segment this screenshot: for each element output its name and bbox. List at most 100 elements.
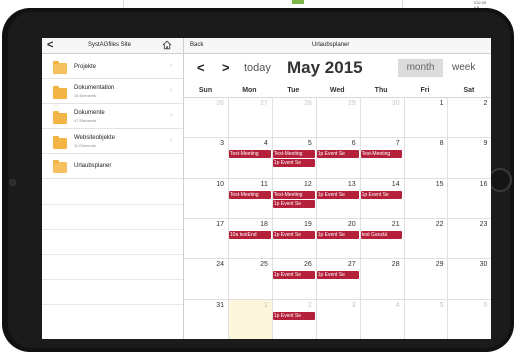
calendar-event[interactable]: Test-Meeting: [360, 150, 403, 159]
day-number: 16: [479, 180, 488, 188]
day-number: 6: [483, 301, 488, 309]
calendar-event[interactable]: Test-Meeting: [228, 150, 271, 159]
day-number: 11: [260, 180, 268, 188]
day-number: 1: [263, 301, 268, 309]
calendar-event[interactable]: 1p Event Se: [316, 271, 359, 280]
sidebar-item-label: Urlaubsplaner: [74, 163, 112, 169]
day-number: 20: [347, 220, 356, 228]
weekday-header: Wed: [329, 87, 345, 94]
sidebar-item-label: Websiteobjekte: [74, 135, 115, 141]
day-number: 24: [216, 261, 224, 269]
chevron-right-icon: ›: [170, 137, 173, 144]
day-number: 30: [391, 100, 400, 107]
day-number: 5: [307, 140, 312, 148]
day-number: 4: [263, 140, 268, 148]
day-number: 19: [304, 220, 312, 228]
list-separator: [42, 204, 183, 205]
day-number: 27: [347, 261, 356, 269]
prev-month-button[interactable]: <: [197, 60, 205, 75]
site-title: SystAGfiles Site: [88, 42, 132, 48]
today-button[interactable]: today: [244, 62, 271, 74]
calendar-event[interactable]: 10a testEnd: [228, 230, 271, 239]
calendar-event[interactable]: test Ganztä: [360, 230, 403, 239]
calendar-event[interactable]: 1p Event Se: [360, 190, 403, 199]
top-bar: < SystAGfiles Site Back Urlaubsplaner: [42, 38, 491, 54]
calendar-event[interactable]: Test-Meeting: [228, 190, 271, 199]
sidebar: Projekte › Dokumentation 16 Elements › D…: [42, 54, 183, 339]
sidebar-item-label: Dokumente: [74, 110, 105, 116]
next-month-button[interactable]: >: [222, 60, 230, 75]
calendar-event[interactable]: 1p Event Se: [272, 230, 315, 239]
calendar-event[interactable]: 1p Event Se: [316, 150, 359, 159]
calendar-event[interactable]: Test-Meeting: [272, 190, 315, 199]
calendar-event[interactable]: 1p Event Se: [272, 271, 315, 280]
calendar-event[interactable]: 1p Event Se: [272, 199, 315, 208]
home-button[interactable]: [488, 168, 512, 192]
sidebar-item-urlaubsplaner[interactable]: Urlaubsplaner: [42, 154, 183, 179]
folder-icon: [53, 111, 67, 124]
back-button[interactable]: Back: [190, 42, 203, 48]
day-number: 26: [216, 100, 224, 107]
day-number: 1: [439, 100, 444, 107]
calendar-event[interactable]: Test-Meeting: [272, 150, 315, 159]
calendar-event[interactable]: 1p Event Se: [316, 230, 359, 239]
calendar-event[interactable]: 1p Event Se: [272, 159, 315, 168]
folder-icon: [53, 160, 67, 173]
sidebar-item-label: Dokumentation: [74, 85, 115, 91]
list-separator: [42, 304, 183, 305]
day-number: 29: [435, 261, 444, 269]
list-separator: [42, 279, 183, 280]
weekday-header: Sat: [463, 87, 475, 94]
day-number: 22: [435, 220, 444, 228]
back-chevron-icon[interactable]: <: [47, 39, 53, 51]
view-month-button[interactable]: month: [398, 59, 443, 77]
day-number: 21: [391, 220, 400, 228]
day-number: 23: [479, 220, 488, 228]
chevron-right-icon: ›: [170, 62, 173, 69]
home-icon[interactable]: [162, 40, 172, 50]
day-number: 3: [220, 140, 224, 148]
sidebar-item-projekte[interactable]: Projekte ›: [42, 54, 183, 79]
day-number: 6: [351, 140, 356, 148]
day-number: 5: [439, 301, 444, 309]
day-number: 28: [304, 100, 312, 107]
calendar-event[interactable]: 1p Event Se: [316, 190, 359, 199]
page-title: Urlaubsplaner: [312, 42, 350, 48]
sidebar-item-count: 16 Elements: [74, 93, 97, 98]
day-number: 18: [260, 220, 268, 228]
file-progress-indicator: [292, 0, 304, 4]
day-number: 2: [307, 301, 312, 309]
day-number: 26: [304, 261, 312, 269]
sidebar-item-dokumentation[interactable]: Dokumentation 16 Elements ›: [42, 79, 183, 104]
day-number: 29: [347, 100, 356, 107]
sidebar-item-count: 47 Elements: [74, 118, 97, 123]
folder-icon: [53, 61, 67, 74]
day-number: 3: [351, 301, 356, 309]
list-separator: [42, 229, 183, 230]
day-number: 2: [483, 100, 488, 107]
day-number: 27: [260, 100, 268, 107]
day-number: 7: [395, 140, 400, 148]
day-number: 14: [391, 180, 400, 188]
day-number: 10: [216, 180, 224, 188]
view-week-button[interactable]: week: [452, 62, 475, 73]
sidebar-item-websiteobjekte[interactable]: Websiteobjekte 11 Elements ›: [42, 129, 183, 154]
calendar: < > today May 2015 month week day SunMon…: [184, 54, 491, 339]
weekday-header: Mon: [242, 87, 257, 94]
chevron-right-icon: ›: [170, 87, 173, 94]
day-number: 8: [439, 140, 444, 148]
folder-icon: [53, 86, 67, 99]
weekday-header: Tue: [287, 87, 300, 94]
day-number: 31: [216, 301, 224, 309]
sidebar-item-label: Projekte: [74, 64, 97, 70]
day-number: 4: [395, 301, 400, 309]
day-number: 15: [435, 180, 444, 188]
calendar-event[interactable]: 1p Event Se: [272, 311, 315, 320]
sidebar-item-dokumente[interactable]: Dokumente 47 Elements ›: [42, 104, 183, 129]
day-number: 9: [483, 140, 488, 148]
calendar-title: May 2015: [287, 58, 363, 77]
ipad-device: < SystAGfiles Site Back Urlaubsplaner Pr…: [2, 8, 514, 352]
day-number: 28: [391, 261, 400, 269]
list-separator: [42, 254, 183, 255]
camera-icon: [9, 179, 16, 186]
